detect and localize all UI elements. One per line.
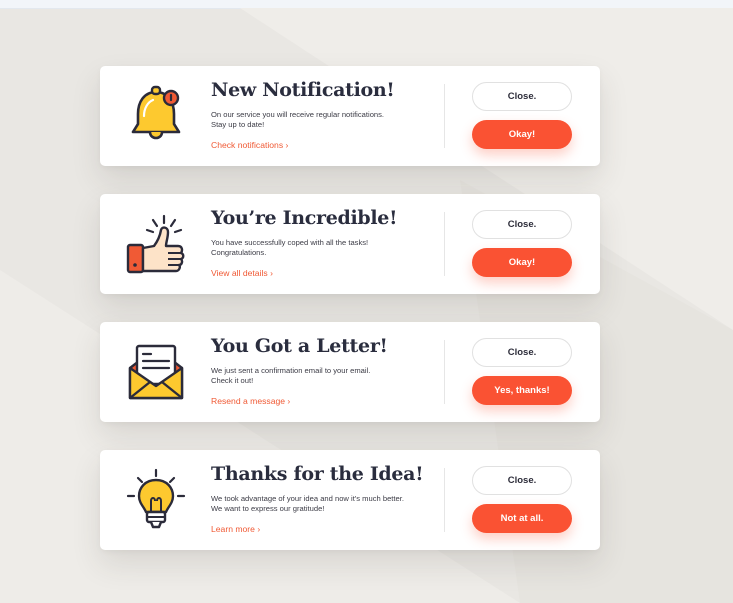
letter-card: You Got a Letter! We just sent a confirm… bbox=[100, 322, 600, 422]
lightbulb-icon bbox=[126, 468, 186, 529]
success-card: You’re Incredible! You have successfully… bbox=[100, 194, 600, 294]
divider bbox=[444, 340, 445, 404]
card-title: You’re Incredible! bbox=[211, 207, 398, 229]
card-description: You have successfully coped with all the… bbox=[211, 238, 411, 258]
bell-icon bbox=[131, 85, 181, 140]
close-button[interactable]: Close. bbox=[472, 210, 572, 239]
close-button[interactable]: Close. bbox=[472, 466, 572, 495]
card-title: Thanks for the Idea! bbox=[211, 463, 424, 485]
divider bbox=[444, 212, 445, 276]
resend-message-link[interactable]: Resend a message › bbox=[211, 396, 290, 406]
thumbs-up-icon bbox=[126, 214, 185, 274]
divider bbox=[444, 468, 445, 532]
description-line: Congratulations. bbox=[211, 248, 267, 257]
idea-card: Thanks for the Idea! We took advantage o… bbox=[100, 450, 600, 550]
not-at-all-button[interactable]: Not at all. bbox=[472, 504, 572, 533]
okay-button[interactable]: Okay! bbox=[472, 120, 572, 149]
card-title: You Got a Letter! bbox=[211, 335, 388, 357]
description-line: We just sent a confirmation email to you… bbox=[211, 366, 371, 375]
description-line: Check it out! bbox=[211, 376, 254, 385]
check-notifications-link[interactable]: Check notifications › bbox=[211, 140, 288, 150]
description-line: Stay up to date! bbox=[211, 120, 265, 129]
view-all-details-link[interactable]: View all details › bbox=[211, 268, 273, 278]
card-title: New Notification! bbox=[211, 79, 395, 101]
okay-button[interactable]: Okay! bbox=[472, 248, 572, 277]
divider bbox=[444, 84, 445, 148]
notification-card: New Notification! On our service you wil… bbox=[100, 66, 600, 166]
card-description: We just sent a confirmation email to you… bbox=[211, 366, 411, 386]
description-line: You have successfully coped with all the… bbox=[211, 238, 369, 247]
card-description: We took advantage of your idea and now i… bbox=[211, 494, 411, 514]
top-strip bbox=[0, 0, 733, 9]
close-button[interactable]: Close. bbox=[472, 82, 572, 111]
yes-thanks-button[interactable]: Yes, thanks! bbox=[472, 376, 572, 405]
description-line: We took advantage of your idea and now i… bbox=[211, 494, 404, 503]
description-line: On our service you will receive regular … bbox=[211, 110, 385, 119]
close-button[interactable]: Close. bbox=[472, 338, 572, 367]
learn-more-link[interactable]: Learn more › bbox=[211, 524, 260, 534]
card-description: On our service you will receive regular … bbox=[211, 110, 411, 130]
envelope-letter-icon bbox=[128, 344, 184, 400]
description-line: We want to express our gratitude! bbox=[211, 504, 325, 513]
